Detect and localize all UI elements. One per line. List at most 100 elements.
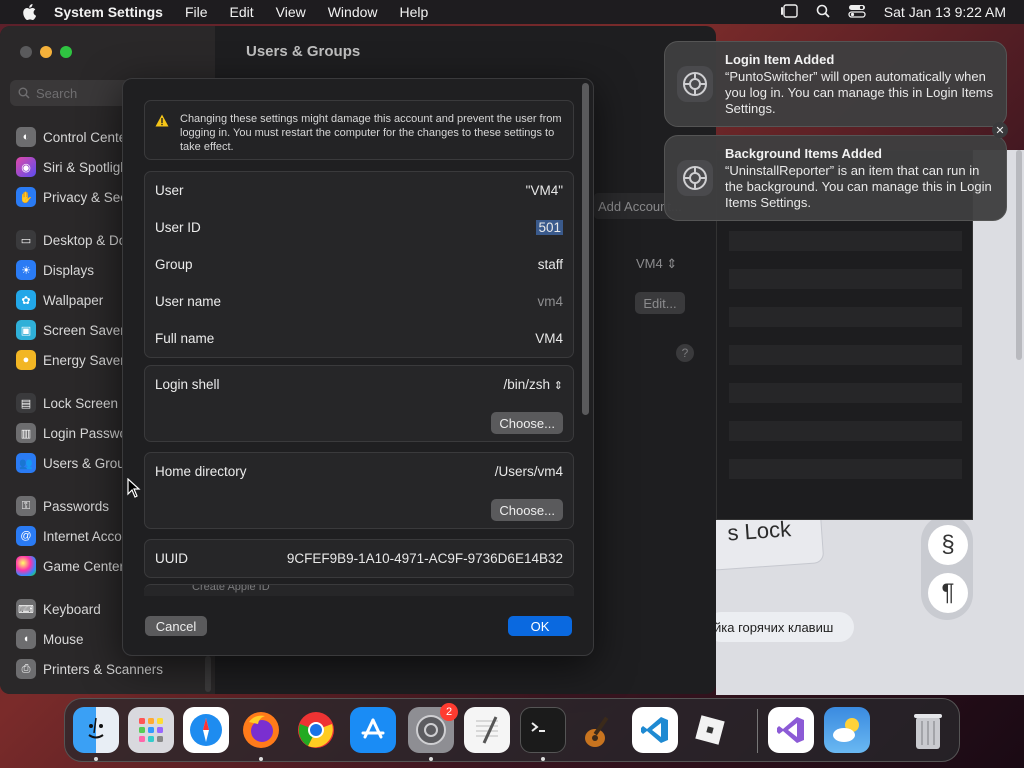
uuid-field[interactable]: 9CFEF9B9-1A10-4971-AC9F-9736D6E14B32 <box>287 551 563 566</box>
sidebar-item-label: Lock Screen <box>43 395 119 411</box>
group-field[interactable]: staff <box>538 257 563 272</box>
cancel-button[interactable]: Cancel <box>145 616 207 636</box>
create-apple-id-row: Create Apple ID <box>144 584 574 596</box>
trash-icon[interactable] <box>905 707 951 753</box>
textedit-icon[interactable] <box>464 707 510 753</box>
user-label: User <box>155 183 184 198</box>
key-icon: ⚿ <box>16 496 36 516</box>
lock-icon: ▤ <box>16 393 36 413</box>
choose-home-button[interactable]: Choose... <box>491 499 563 521</box>
caps-lock-label: s Lock <box>726 516 792 546</box>
menu-edit[interactable]: Edit <box>230 4 254 20</box>
menu-clock[interactable]: Sat Jan 13 9:22 AM <box>884 4 1006 20</box>
login-shell-group: Login shell/bin/zsh ⇕ Choose... <box>144 365 574 442</box>
finder-icon[interactable] <box>73 707 119 753</box>
weather-icon[interactable] <box>824 707 870 753</box>
running-indicator <box>429 757 433 761</box>
user-id-field[interactable]: 501 <box>536 220 563 235</box>
sidebar-item-printers-scanners[interactable]: ⎙ Printers & Scanners <box>16 656 211 682</box>
hotkeys-pill[interactable]: йка горячих клавиш <box>706 612 854 642</box>
user-id-row: User ID 501 <box>145 209 573 246</box>
sidebar-item-label: Displays <box>43 262 95 278</box>
garageband-icon[interactable] <box>576 707 622 753</box>
system-settings-icon[interactable]: 2 <box>408 703 458 753</box>
list-item <box>729 345 962 365</box>
vscode-icon[interactable] <box>632 707 678 753</box>
notification-title: Background Items Added <box>725 146 882 161</box>
notification-body: “UninstallReporter” is an item that can … <box>725 163 992 210</box>
edit-button[interactable]: Edit... <box>635 292 685 314</box>
search-placeholder: Search <box>36 85 78 101</box>
sidebar-item-label: Mouse <box>43 631 84 647</box>
apple-menu-icon[interactable] <box>18 4 40 20</box>
menu-window[interactable]: Window <box>328 4 378 20</box>
group-row: Group staff <box>145 246 573 283</box>
gear-icon <box>677 66 713 102</box>
choose-shell-button[interactable]: Choose... <box>491 412 563 434</box>
sidebar-item-label: Wallpaper <box>43 292 104 308</box>
login-shell-label: Login shell <box>155 377 220 392</box>
notification-background-items[interactable]: Background Items Added “UninstallReporte… <box>664 135 1007 221</box>
running-indicator <box>541 757 545 761</box>
sidebar-item-label: Control Center <box>43 129 131 145</box>
user-name-label: User name <box>155 294 222 309</box>
visual-studio-icon[interactable] <box>768 707 814 753</box>
user-info-group: User "VM4" User ID 501 Group staff User nam… <box>144 171 574 358</box>
account-select[interactable]: VM4 ⇕ <box>636 256 677 272</box>
menu-app-name[interactable]: System Settings <box>54 4 163 20</box>
section-sign-label: § <box>941 531 955 558</box>
running-indicator <box>259 757 263 761</box>
app-store-icon[interactable] <box>350 707 396 753</box>
hand-icon: ✋ <box>16 187 36 207</box>
user-name-field: vm4 <box>537 294 563 309</box>
login-shell-value: /bin/zsh <box>503 377 551 392</box>
ok-button[interactable]: OK <box>508 616 572 636</box>
close-window-button[interactable] <box>20 46 32 58</box>
pilcrow-button[interactable]: ¶ <box>928 573 968 613</box>
sidebar-scrollbar[interactable] <box>205 656 211 692</box>
group-label: Group <box>155 257 193 272</box>
control-center-menu-icon[interactable] <box>848 4 866 21</box>
user-id-label: User ID <box>155 220 201 235</box>
list-item <box>729 421 962 441</box>
menu-file[interactable]: File <box>185 4 208 20</box>
help-button[interactable]: ? <box>676 344 694 362</box>
safari-icon[interactable] <box>183 707 229 753</box>
running-indicator <box>94 757 98 761</box>
advanced-options-sheet: Changing these settings might damage thi… <box>122 78 594 656</box>
siri-icon: ◉ <box>16 157 36 177</box>
close-icon[interactable]: ✕ <box>992 122 1008 138</box>
at-icon: @ <box>16 526 36 546</box>
hotkeys-pill-label: йка горячих клавиш <box>714 619 834 635</box>
uuid-group: UUID 9CFEF9B9-1A10-4971-AC9F-9736D6E14B32 <box>144 539 574 578</box>
menu-help[interactable]: Help <box>400 4 429 20</box>
minimize-window-button[interactable] <box>40 46 52 58</box>
menu-view[interactable]: View <box>276 4 306 20</box>
keyboard-icon: ⌨ <box>16 599 36 619</box>
sidebar-item-label: Passwords <box>43 498 110 514</box>
firefox-icon[interactable] <box>238 707 284 753</box>
full-name-field[interactable]: VM4 <box>535 331 563 346</box>
section-sign-button[interactable]: § <box>928 525 968 565</box>
chrome-icon[interactable] <box>293 707 339 753</box>
roblox-icon[interactable] <box>687 707 733 753</box>
desktop-icon: ▭ <box>16 230 36 250</box>
displays-icon: ☀ <box>16 260 36 280</box>
launchpad-icon[interactable] <box>128 707 174 753</box>
user-name-row: User name vm4 <box>145 283 573 320</box>
chevron-updown-icon: ⇕ <box>666 256 678 271</box>
list-item <box>729 459 962 479</box>
sidebar-item-label: Energy Saver <box>43 352 125 368</box>
background-scrollbar[interactable] <box>1016 150 1022 360</box>
notification-login-item[interactable]: Login Item Added “PuntoSwitcher” will op… <box>664 41 1007 127</box>
login-shell-select[interactable]: /bin/zsh ⇕ <box>503 377 563 392</box>
full-name-label: Full name <box>155 331 215 346</box>
menu-bar: System Settings File Edit View Window He… <box>0 0 1024 24</box>
password-icon: ▥ <box>16 423 36 443</box>
stage-manager-icon[interactable] <box>780 3 798 21</box>
sheet-scrollbar[interactable] <box>582 83 589 415</box>
terminal-icon[interactable] <box>520 707 566 753</box>
zoom-window-button[interactable] <box>60 46 72 58</box>
create-apple-id-label: Create Apple ID <box>192 584 270 593</box>
spotlight-search-icon[interactable] <box>816 4 830 21</box>
